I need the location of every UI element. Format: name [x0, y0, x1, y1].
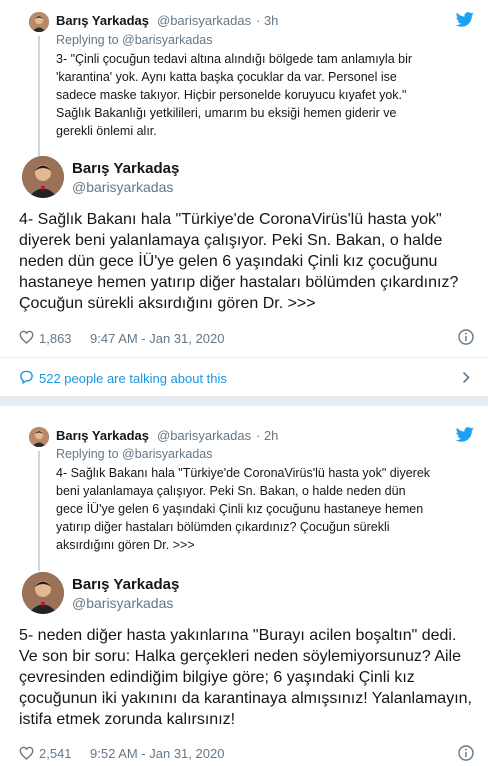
replying-to[interactable]: Replying to @barisyarkadas [56, 33, 213, 47]
quoted-author-handle[interactable]: @barisyarkadas [157, 13, 251, 28]
author-name[interactable]: Barış Yarkadaş [72, 576, 179, 593]
quoted-author-name[interactable]: Barış Yarkadaş [56, 13, 149, 28]
quoted-author-name[interactable]: Barış Yarkadaş [56, 428, 149, 443]
tweet-text: 5- neden diğer hasta yakınlarına "Burayı… [19, 627, 472, 728]
heart-icon[interactable] [19, 746, 34, 765]
talking-count: 522 people are talking about this [39, 371, 227, 386]
quoted-time[interactable]: · 2h [256, 428, 278, 443]
chevron-right-icon [462, 371, 470, 389]
author-name[interactable]: Barış Yarkadaş [72, 160, 179, 177]
twitter-bird-icon[interactable] [455, 12, 474, 32]
quoted-tweet-text: 3- "Çinli çocuğun tedavi altına alındığı… [56, 52, 413, 138]
heart-icon[interactable] [19, 330, 34, 349]
avatar[interactable] [29, 12, 49, 32]
tweet-separator [0, 396, 488, 406]
author-handle[interactable]: @barisyarkadas [72, 595, 173, 611]
conversation-link[interactable]: 522 people are talking about this [0, 358, 488, 396]
thread-line [38, 451, 40, 571]
tweet-text: 4- Sağlık Bakanı hala "Türkiye'de Corona… [19, 211, 459, 312]
thread-line [38, 36, 40, 156]
info-icon[interactable] [458, 329, 474, 350]
author-handle[interactable]: @barisyarkadas [72, 179, 173, 195]
like-count[interactable]: 1,863 [39, 331, 72, 346]
tweet-timestamp[interactable]: 9:52 AM - Jan 31, 2020 [90, 746, 224, 761]
replying-to[interactable]: Replying to @barisyarkadas [56, 447, 213, 461]
quoted-author-handle[interactable]: @barisyarkadas [157, 428, 251, 443]
avatar[interactable] [22, 572, 64, 614]
info-icon[interactable] [458, 745, 474, 766]
quoted-tweet-text: 4- Sağlık Bakanı hala "Türkiye'de Corona… [56, 466, 431, 552]
avatar[interactable] [22, 156, 64, 198]
quoted-time[interactable]: · 3h [256, 13, 278, 28]
tweet-timestamp[interactable]: 9:47 AM - Jan 31, 2020 [90, 331, 224, 346]
avatar[interactable] [29, 427, 49, 447]
like-count[interactable]: 2,541 [39, 746, 72, 761]
chat-bubble-icon [19, 370, 34, 389]
twitter-bird-icon[interactable] [455, 427, 474, 447]
